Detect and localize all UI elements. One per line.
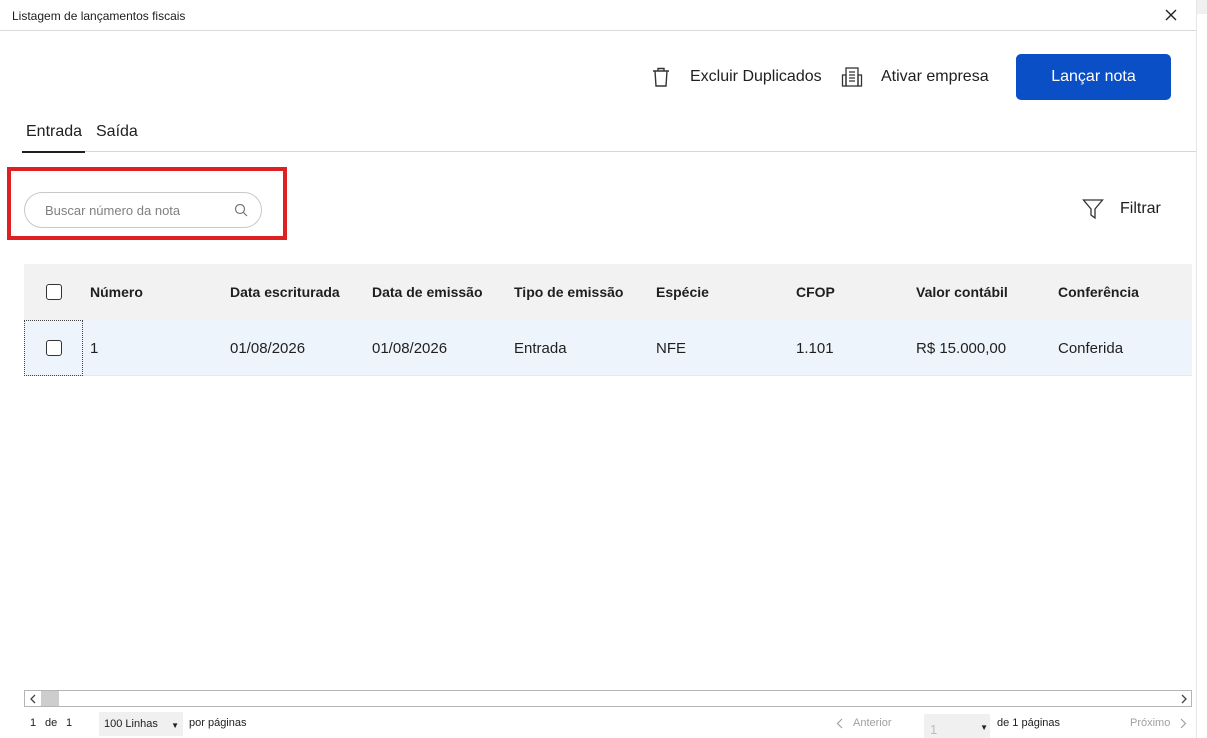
filter-label: Filtrar bbox=[1120, 200, 1161, 217]
close-button[interactable] bbox=[1160, 4, 1182, 26]
pages-total-label: de 1 páginas bbox=[997, 717, 1060, 729]
table-header: Número Data escriturada Data de emissão … bbox=[24, 264, 1192, 320]
scrollbar-thumb[interactable] bbox=[41, 691, 59, 706]
scroll-right-arrow[interactable] bbox=[1176, 691, 1191, 706]
previous-page-button[interactable]: Anterior bbox=[836, 717, 892, 729]
horizontal-scrollbar[interactable] bbox=[24, 690, 1192, 707]
column-header-especie[interactable]: Espécie bbox=[656, 264, 709, 320]
filter-button[interactable]: Filtrar bbox=[1082, 198, 1161, 220]
record-start: 1 bbox=[30, 717, 37, 729]
search-input[interactable] bbox=[45, 202, 233, 218]
caret-down-icon: ▼ bbox=[171, 721, 179, 730]
record-total: 1 bbox=[66, 717, 73, 729]
search-icon[interactable] bbox=[233, 202, 249, 218]
tab-bar: Entrada Saída bbox=[22, 115, 1196, 153]
previous-label: Anterior bbox=[853, 717, 892, 729]
window-edge bbox=[1196, 0, 1207, 738]
cell-valor-contabil: R$ 15.000,00 bbox=[916, 339, 1007, 357]
row-checkbox[interactable] bbox=[45, 340, 62, 356]
column-header-conferencia[interactable]: Conferência bbox=[1058, 264, 1139, 320]
cell-data-emissao: 01/08/2026 bbox=[372, 339, 448, 357]
column-header-tipo-emissao[interactable]: Tipo de emissão bbox=[514, 264, 623, 320]
cell-tipo-emissao: Entrada bbox=[514, 339, 567, 357]
window-title: Listagem de lançamentos fiscais bbox=[12, 9, 186, 23]
tab-saida[interactable]: Saída bbox=[96, 123, 138, 151]
title-bar: Listagem de lançamentos fiscais bbox=[0, 0, 1196, 31]
excluir-duplicados-label: Excluir Duplicados bbox=[690, 68, 822, 85]
ativar-empresa-button[interactable]: Ativar empresa bbox=[841, 62, 989, 92]
current-page-value: 1 bbox=[930, 722, 938, 737]
pagination-bar: 1 de 1 100 Linhas ▼ por páginas Anterior… bbox=[0, 710, 1196, 738]
column-header-data-escriturada[interactable]: Data escriturada bbox=[230, 264, 340, 320]
building-icon bbox=[841, 65, 863, 89]
column-header-numero[interactable]: Número bbox=[90, 264, 143, 320]
search-box[interactable] bbox=[24, 192, 262, 228]
chevron-right-icon bbox=[1181, 694, 1187, 703]
cell-conferencia: Conferida bbox=[1058, 339, 1124, 357]
rows-per-page-select[interactable]: 100 Linhas ▼ bbox=[99, 712, 183, 736]
page-number-select[interactable]: 1 ▼ bbox=[924, 714, 990, 738]
cell-cfop: 1.101 bbox=[796, 339, 834, 357]
record-of-label: de bbox=[45, 717, 58, 729]
column-header-valor-contabil[interactable]: Valor contábil bbox=[916, 264, 1008, 320]
close-icon bbox=[1165, 9, 1177, 21]
cell-data-escriturada: 01/08/2026 bbox=[230, 339, 306, 357]
cell-numero: 1 bbox=[90, 339, 99, 357]
select-all-checkbox[interactable] bbox=[45, 284, 62, 300]
ativar-empresa-label: Ativar empresa bbox=[881, 68, 989, 85]
per-page-label: por páginas bbox=[189, 717, 247, 729]
trash-icon bbox=[650, 65, 672, 89]
chevron-left-icon bbox=[29, 694, 35, 703]
caret-down-icon: ▼ bbox=[980, 723, 988, 732]
chevron-left-icon bbox=[836, 718, 843, 728]
notes-table: Número Data escriturada Data de emissão … bbox=[24, 264, 1192, 376]
tab-entrada[interactable]: Entrada bbox=[22, 123, 85, 153]
scroll-left-arrow[interactable] bbox=[25, 691, 40, 706]
rows-per-page-value: 100 Linhas bbox=[104, 718, 158, 730]
toolbar: Excluir Duplicados Ativar empresa Lançar… bbox=[0, 54, 1196, 100]
next-page-button[interactable]: Próximo bbox=[1130, 717, 1187, 729]
excluir-duplicados-button[interactable]: Excluir Duplicados bbox=[650, 62, 822, 92]
column-header-cfop[interactable]: CFOP bbox=[796, 264, 835, 320]
column-header-data-emissao[interactable]: Data de emissão bbox=[372, 264, 483, 320]
cell-especie: NFE bbox=[656, 339, 686, 357]
table-row[interactable]: 1 01/08/2026 01/08/2026 Entrada NFE 1.10… bbox=[24, 320, 1192, 376]
chevron-right-icon bbox=[1180, 718, 1187, 728]
lancar-nota-button[interactable]: Lançar nota bbox=[1016, 54, 1171, 100]
next-label: Próximo bbox=[1130, 717, 1171, 729]
funnel-icon bbox=[1082, 199, 1104, 220]
